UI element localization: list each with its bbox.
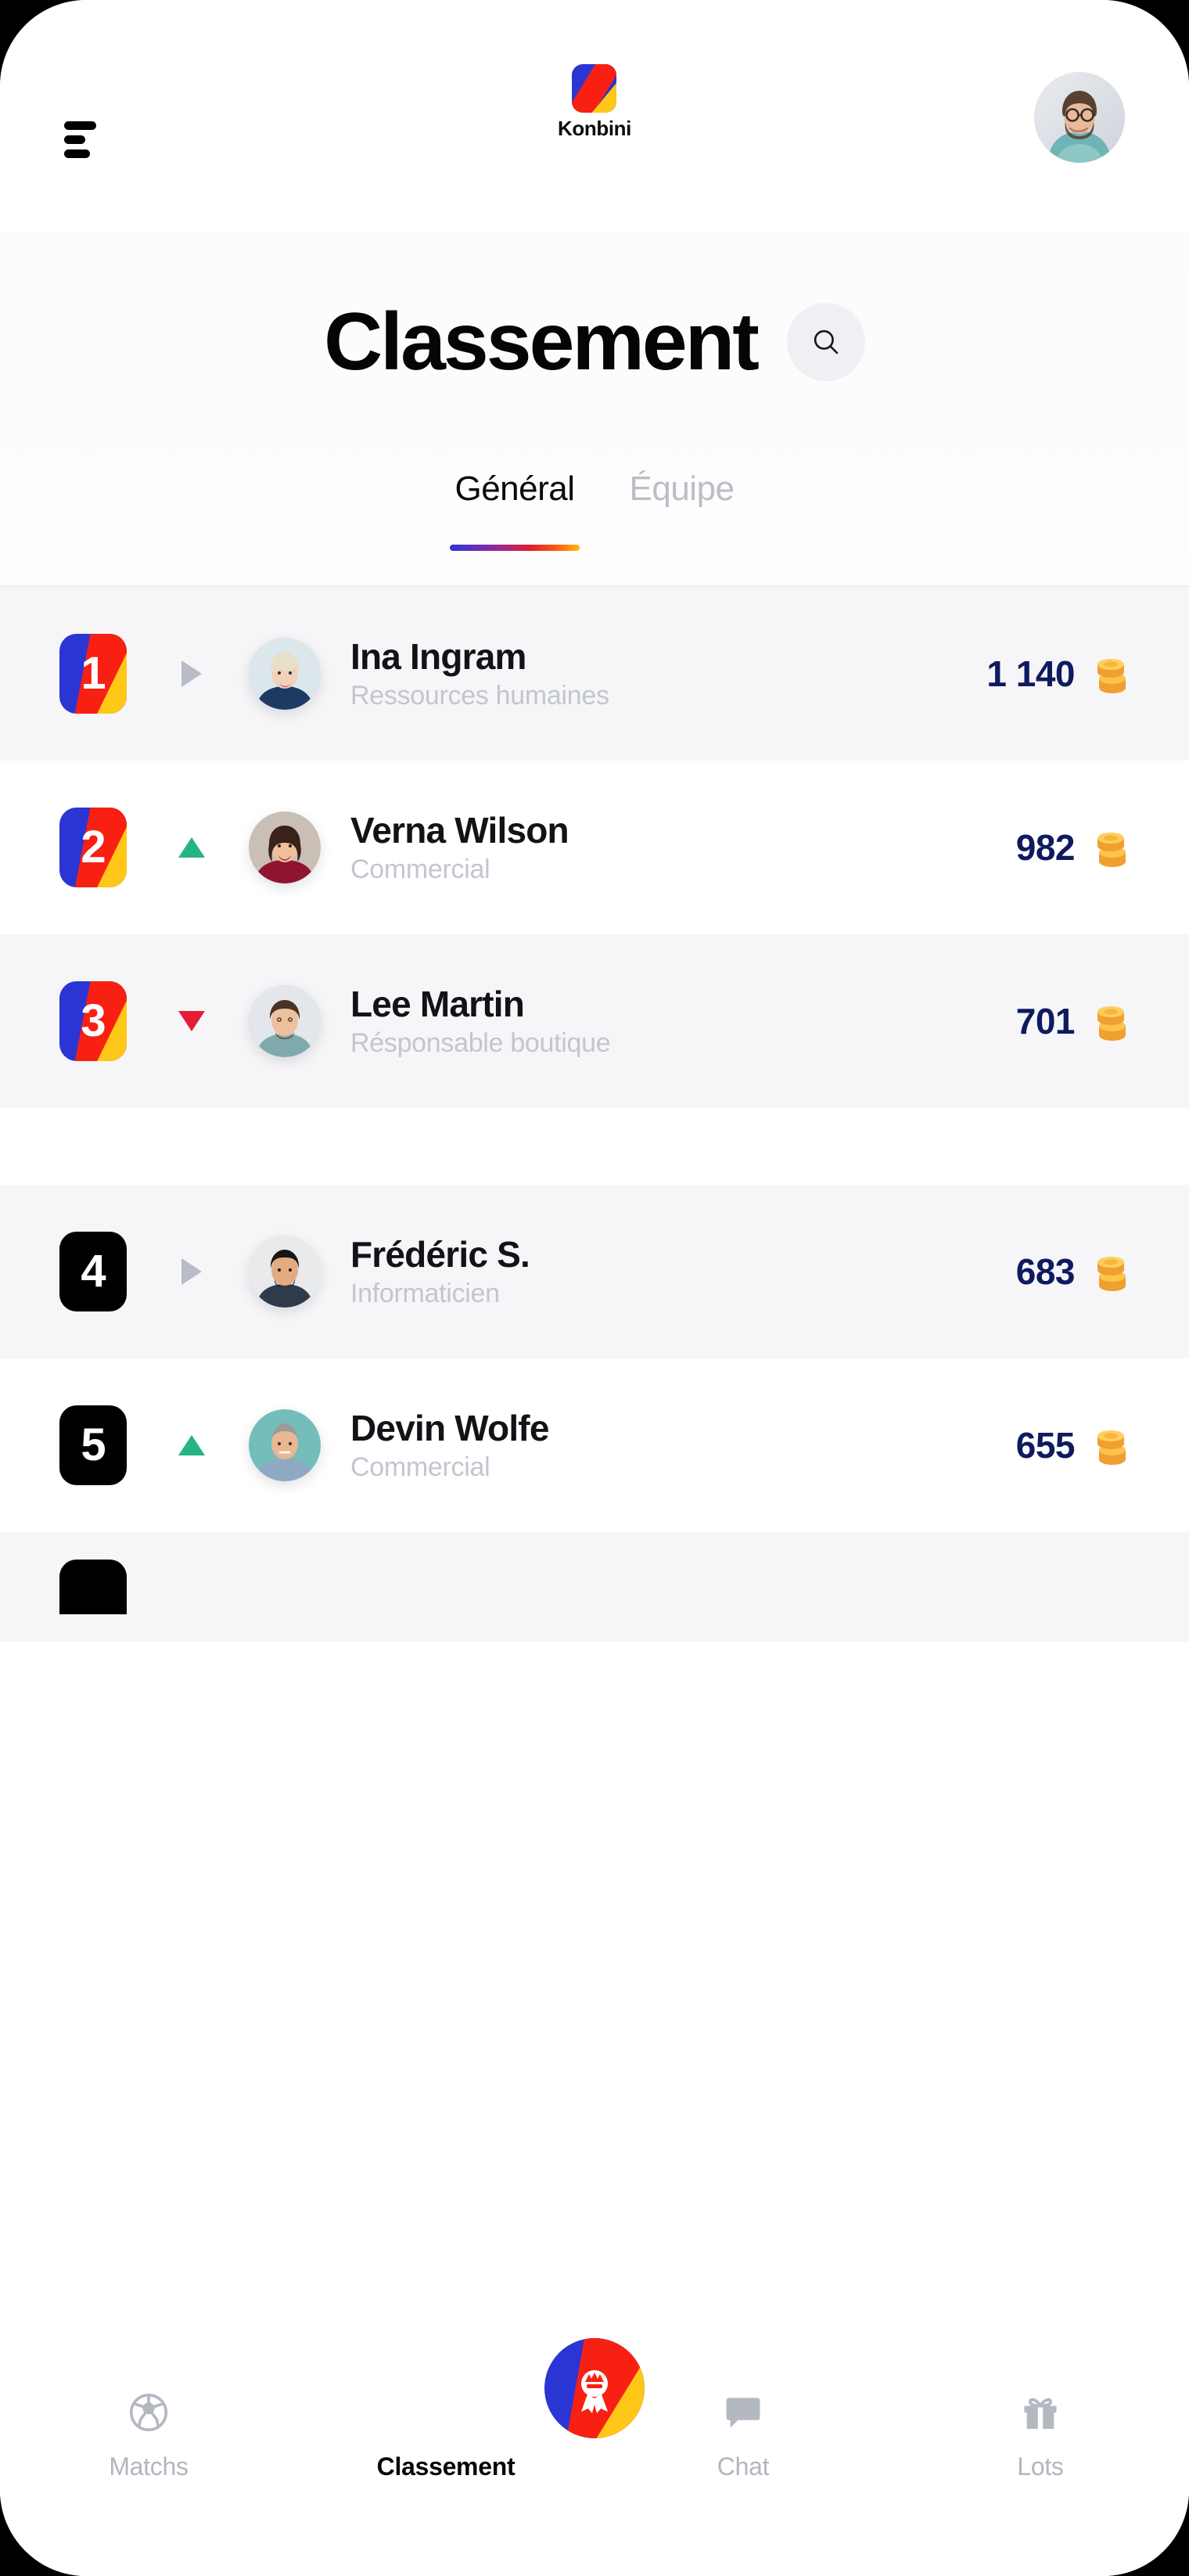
tab-general[interactable]: Général	[450, 470, 580, 551]
tab-bar: Général Équipe	[0, 452, 1189, 587]
score-cell: 1 140	[986, 652, 1133, 696]
trend-indicator-same-icon	[178, 660, 205, 687]
trend-indicator-down-icon	[178, 1011, 205, 1031]
avatar[interactable]	[1034, 72, 1125, 163]
player-name: Frédéric S.	[350, 1233, 530, 1275]
tab-equipe-label: Équipe	[629, 470, 735, 508]
search-button[interactable]	[786, 303, 865, 381]
rank-number: 1	[81, 648, 106, 699]
tab-active-indicator	[450, 545, 580, 551]
sidebar-item-matchs-label: Matchs	[109, 2452, 189, 2481]
player-role: Ressources humaines	[350, 681, 609, 711]
tab-general-label: Général	[454, 470, 575, 508]
sidebar-item-chat-label: Chat	[717, 2452, 770, 2481]
avatar-image	[249, 1236, 321, 1308]
award-medal-icon	[581, 2370, 608, 2413]
score-value: 655	[1015, 1425, 1076, 1466]
player-name: Ina Ingram	[350, 635, 526, 677]
player-info: Ina Ingram Ressources humaines	[350, 636, 986, 711]
score-value: 701	[1015, 1001, 1076, 1042]
player-name: Devin Wolfe	[350, 1407, 549, 1448]
table-row[interactable]: 4 Frédéric S. Informaticien 683	[0, 1185, 1189, 1358]
leaderboard-list: 1 Ina Ingram Ressources humaines 1 140 2…	[0, 587, 1189, 1642]
player-name: Lee Martin	[350, 983, 525, 1024]
rank-badge: 1	[59, 634, 127, 714]
player-role: Commercial	[350, 854, 490, 885]
avatar-image	[249, 811, 321, 883]
soccer-ball-icon	[126, 2388, 171, 2437]
hamburger-icon[interactable]	[64, 121, 99, 158]
score-value: 982	[1015, 827, 1076, 868]
rank-badge: 5	[59, 1405, 127, 1485]
trend-indicator-up-icon	[178, 837, 205, 858]
player-info: Frédéric S. Informaticien	[350, 1234, 1016, 1309]
rank-badge: 3	[59, 981, 127, 1061]
score-value: 683	[1015, 1251, 1076, 1292]
avatar-image	[249, 985, 321, 1057]
table-row-partial[interactable]	[0, 1532, 1189, 1642]
page-title-row: Classement	[0, 232, 1189, 452]
avatar-image	[249, 638, 321, 710]
player-info: Devin Wolfe Commercial	[350, 1408, 1016, 1483]
score-cell: 655	[1016, 1423, 1133, 1467]
brand-name: Konbini	[558, 117, 631, 140]
player-role: Résponsable boutique	[350, 1028, 611, 1059]
player-info: Lee Martin Résponsable boutique	[350, 984, 1016, 1059]
rank-badge: 2	[59, 808, 127, 887]
coins-icon	[1097, 1006, 1126, 1041]
coins-icon	[1097, 659, 1126, 693]
sidebar-item-lots[interactable]: Lots	[892, 2388, 1189, 2481]
speech-bubble-icon	[721, 2388, 765, 2437]
trend-indicator-same-icon	[178, 1258, 205, 1285]
rank-number: 2	[81, 822, 106, 872]
avatar	[249, 985, 321, 1057]
trend-indicator-up-icon	[178, 1435, 205, 1455]
konbini-logo-icon	[572, 64, 617, 113]
rank-number: 3	[81, 995, 106, 1046]
list-gap	[0, 1108, 1189, 1185]
table-row[interactable]: 3 Lee Martin Résponsable boutique 701	[0, 934, 1189, 1108]
page-content: Classement Général Équipe 1 Ina Ingram R…	[0, 232, 1189, 2576]
player-role: Commercial	[350, 1452, 490, 1483]
score-cell: 982	[1016, 826, 1133, 869]
tab-equipe[interactable]: Équipe	[630, 470, 735, 551]
table-row[interactable]: 5 Devin Wolfe Commercial 655	[0, 1358, 1189, 1532]
hamburger-bar	[64, 135, 85, 144]
page-title: Classement	[324, 297, 760, 387]
rank-number: 4	[81, 1246, 106, 1297]
score-cell: 701	[1016, 999, 1133, 1043]
sidebar-item-lots-label: Lots	[1017, 2452, 1064, 2481]
coins-icon	[1097, 1257, 1126, 1291]
avatar	[249, 1236, 321, 1308]
table-row[interactable]: 2 Verna Wilson Commercial 982	[0, 761, 1189, 934]
search-icon	[814, 329, 839, 354]
score-value: 1 140	[986, 653, 1075, 694]
hamburger-bar	[64, 121, 96, 130]
rank-badge: 4	[59, 1232, 127, 1311]
brand[interactable]: Konbini	[558, 64, 631, 141]
gift-icon	[1018, 2388, 1062, 2437]
app-screen: Konbini Classement Général Équipe 1 Ina …	[0, 0, 1189, 2576]
score-cell: 683	[1016, 1250, 1133, 1293]
avatar-image	[1034, 72, 1125, 163]
table-row[interactable]: 1 Ina Ingram Ressources humaines 1 140	[0, 587, 1189, 761]
player-role: Informaticien	[350, 1279, 500, 1309]
avatar	[249, 1409, 321, 1481]
app-header: Konbini	[0, 0, 1189, 232]
player-name: Verna Wilson	[350, 809, 569, 851]
rank-number: 5	[81, 1419, 106, 1470]
rank-badge	[59, 1560, 127, 1614]
coins-icon	[1097, 833, 1126, 867]
sidebar-item-classement-fab[interactable]	[544, 2338, 645, 2438]
player-info: Verna Wilson Commercial	[350, 810, 1016, 885]
avatar	[249, 811, 321, 883]
sidebar-item-classement-label: Classement	[376, 2452, 515, 2481]
coins-icon	[1097, 1430, 1126, 1465]
hamburger-bar	[64, 149, 90, 158]
phone-frame: Konbini Classement Général Équipe 1 Ina …	[0, 0, 1189, 2576]
avatar-image	[249, 1409, 321, 1481]
sidebar-item-matchs[interactable]: Matchs	[0, 2388, 297, 2481]
avatar	[249, 638, 321, 710]
